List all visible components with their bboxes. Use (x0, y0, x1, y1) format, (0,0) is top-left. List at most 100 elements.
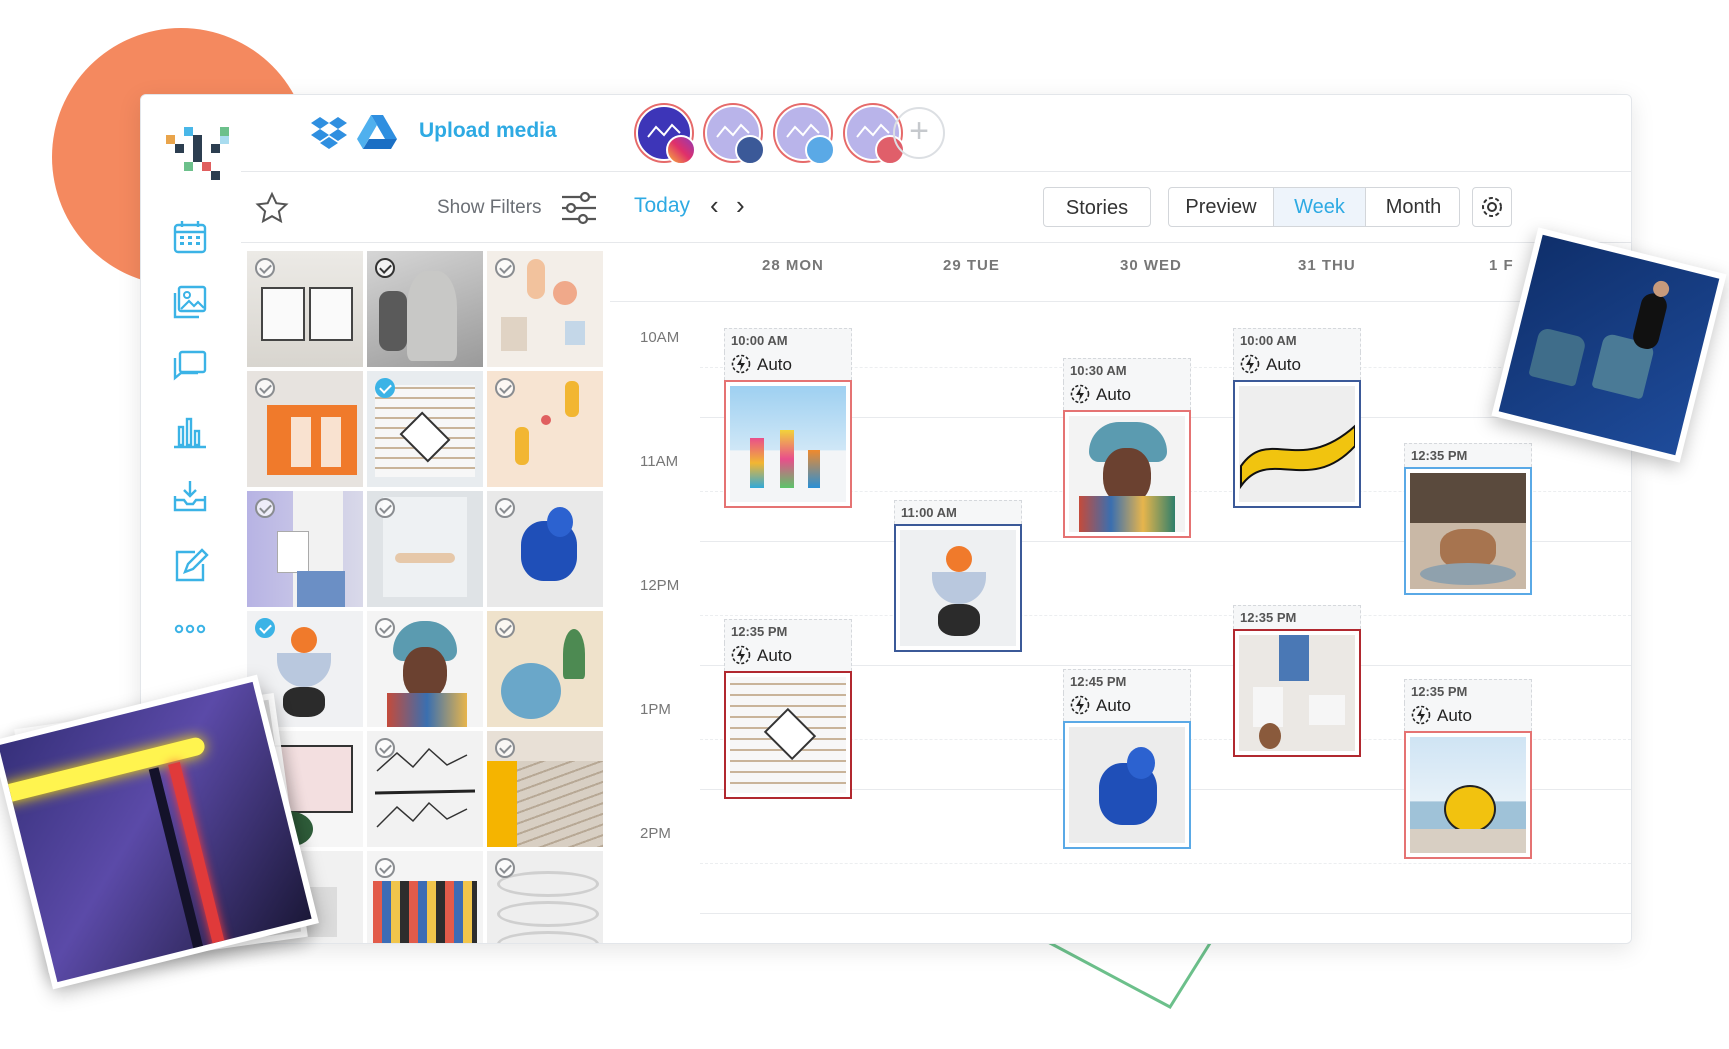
hour-label: 1PM (640, 701, 671, 718)
select-checkbox[interactable] (375, 618, 395, 638)
select-checkbox[interactable] (375, 258, 395, 278)
auto-publish-label: Auto (1063, 693, 1191, 721)
media-thumbnail[interactable] (487, 731, 603, 847)
media-thumbnail[interactable] (487, 851, 603, 943)
media-thumbnail[interactable] (247, 491, 363, 607)
analytics-icon[interactable] (171, 413, 209, 451)
post-time: 10:30 AM (1063, 358, 1191, 382)
filters-sliders-icon[interactable] (559, 188, 599, 228)
conversations-icon[interactable] (171, 348, 209, 386)
scheduled-post[interactable]: 12:35 PM (1233, 605, 1361, 757)
select-checkbox[interactable] (375, 498, 395, 518)
post-image (724, 380, 852, 508)
scheduled-post[interactable]: 12:35 PM Auto (724, 619, 852, 799)
auto-publish-icon (731, 645, 751, 665)
scheduled-post[interactable]: 10:00 AM Auto (724, 328, 852, 508)
twitter-icon (805, 135, 835, 165)
calendar-icon[interactable] (171, 218, 209, 256)
settings-button[interactable] (1472, 187, 1512, 227)
media-thumbnail[interactable] (247, 251, 363, 367)
select-checkbox[interactable] (375, 858, 395, 878)
select-checkbox[interactable] (495, 618, 515, 638)
next-week-icon[interactable]: › (736, 190, 745, 221)
star-icon[interactable] (253, 190, 291, 228)
google-drive-icon[interactable] (357, 113, 397, 149)
link-in-bio-icon[interactable] (171, 547, 209, 585)
week-tab[interactable]: Week (1274, 188, 1366, 226)
scheduled-post[interactable]: 12:35 PM (1404, 443, 1532, 595)
select-checkbox[interactable] (255, 498, 275, 518)
dropbox-icon[interactable] (311, 113, 347, 149)
media-thumbnail[interactable] (487, 491, 603, 607)
app-window: Upload media Show Filters + Today ‹ › St… (140, 94, 1632, 944)
media-thumbnail[interactable] (367, 251, 483, 367)
calendar-panel: + Today ‹ › Stories Preview Week Month 2… (610, 95, 1631, 943)
account-avatar-twitter[interactable] (775, 105, 835, 165)
gear-icon (1482, 197, 1502, 217)
inbox-download-icon[interactable] (171, 478, 209, 516)
select-checkbox[interactable] (255, 258, 275, 278)
scheduled-post[interactable]: 11:00 AM (894, 500, 1022, 652)
post-image (1233, 380, 1361, 508)
day-header-tue: 29 TUE (943, 257, 1000, 274)
hour-label: 2PM (640, 825, 671, 842)
media-thumbnail[interactable] (367, 611, 483, 727)
today-button[interactable]: Today (634, 194, 690, 218)
account-avatar-facebook[interactable] (705, 105, 765, 165)
month-tab[interactable]: Month (1366, 188, 1459, 226)
scheduled-post[interactable]: 10:30 AM Auto (1063, 358, 1191, 538)
media-thumbnail[interactable] (367, 491, 483, 607)
select-checkbox[interactable] (495, 858, 515, 878)
auto-publish-label: Auto (1404, 703, 1532, 731)
filters-bar: Show Filters (241, 172, 610, 243)
prev-week-icon[interactable]: ‹ (710, 190, 719, 221)
scheduled-post[interactable]: 12:35 PM Auto (1404, 679, 1532, 859)
upload-bar: Upload media (241, 95, 610, 172)
post-time: 10:00 AM (1233, 328, 1361, 352)
post-image (1404, 731, 1532, 859)
stories-button[interactable]: Stories (1043, 187, 1151, 227)
media-thumbnail[interactable] (487, 251, 603, 367)
post-time: 12:35 PM (1404, 679, 1532, 703)
select-checkbox[interactable] (375, 378, 395, 398)
select-checkbox[interactable] (495, 378, 515, 398)
media-thumbnail[interactable] (247, 371, 363, 487)
app-logo-icon (166, 127, 229, 180)
view-toggle: Preview Week Month (1168, 187, 1460, 227)
media-thumbnail[interactable] (367, 731, 483, 847)
select-checkbox[interactable] (495, 738, 515, 758)
post-image (1063, 410, 1191, 538)
media-thumbnail[interactable] (487, 611, 603, 727)
day-header-thu: 31 THU (1298, 257, 1356, 274)
scheduled-post[interactable]: 10:00 AM Auto (1233, 328, 1361, 508)
show-filters-button[interactable]: Show Filters (437, 197, 542, 219)
select-checkbox[interactable] (495, 498, 515, 518)
select-checkbox[interactable] (255, 378, 275, 398)
instagram-icon (666, 135, 696, 165)
post-time: 12:35 PM (1233, 605, 1361, 629)
select-checkbox[interactable] (495, 258, 515, 278)
media-panel: Upload media Show Filters (241, 95, 611, 943)
scheduled-post[interactable]: 12:45 PM Auto (1063, 669, 1191, 849)
auto-publish-icon (1411, 705, 1431, 725)
facebook-icon (735, 135, 765, 165)
post-image (1233, 629, 1361, 757)
auto-publish-icon (1240, 354, 1260, 374)
media-library-icon[interactable] (171, 283, 209, 321)
post-image (724, 671, 852, 799)
add-account-button[interactable]: + (893, 107, 945, 159)
media-thumbnail[interactable] (367, 371, 483, 487)
select-checkbox[interactable] (255, 618, 275, 638)
preview-tab[interactable]: Preview (1169, 188, 1274, 226)
media-thumbnail[interactable] (487, 371, 603, 487)
select-checkbox[interactable] (375, 738, 395, 758)
post-time: 12:35 PM (724, 619, 852, 643)
media-thumbnail[interactable] (367, 851, 483, 943)
hour-label: 10AM (640, 329, 680, 346)
account-avatar-instagram[interactable] (636, 105, 696, 165)
more-icon[interactable] (171, 610, 209, 648)
auto-publish-label: Auto (724, 352, 852, 380)
post-image (1404, 467, 1532, 595)
calendar-toolbar: Today ‹ › Stories Preview Week Month (610, 172, 1631, 243)
upload-media-button[interactable]: Upload media (419, 119, 557, 143)
